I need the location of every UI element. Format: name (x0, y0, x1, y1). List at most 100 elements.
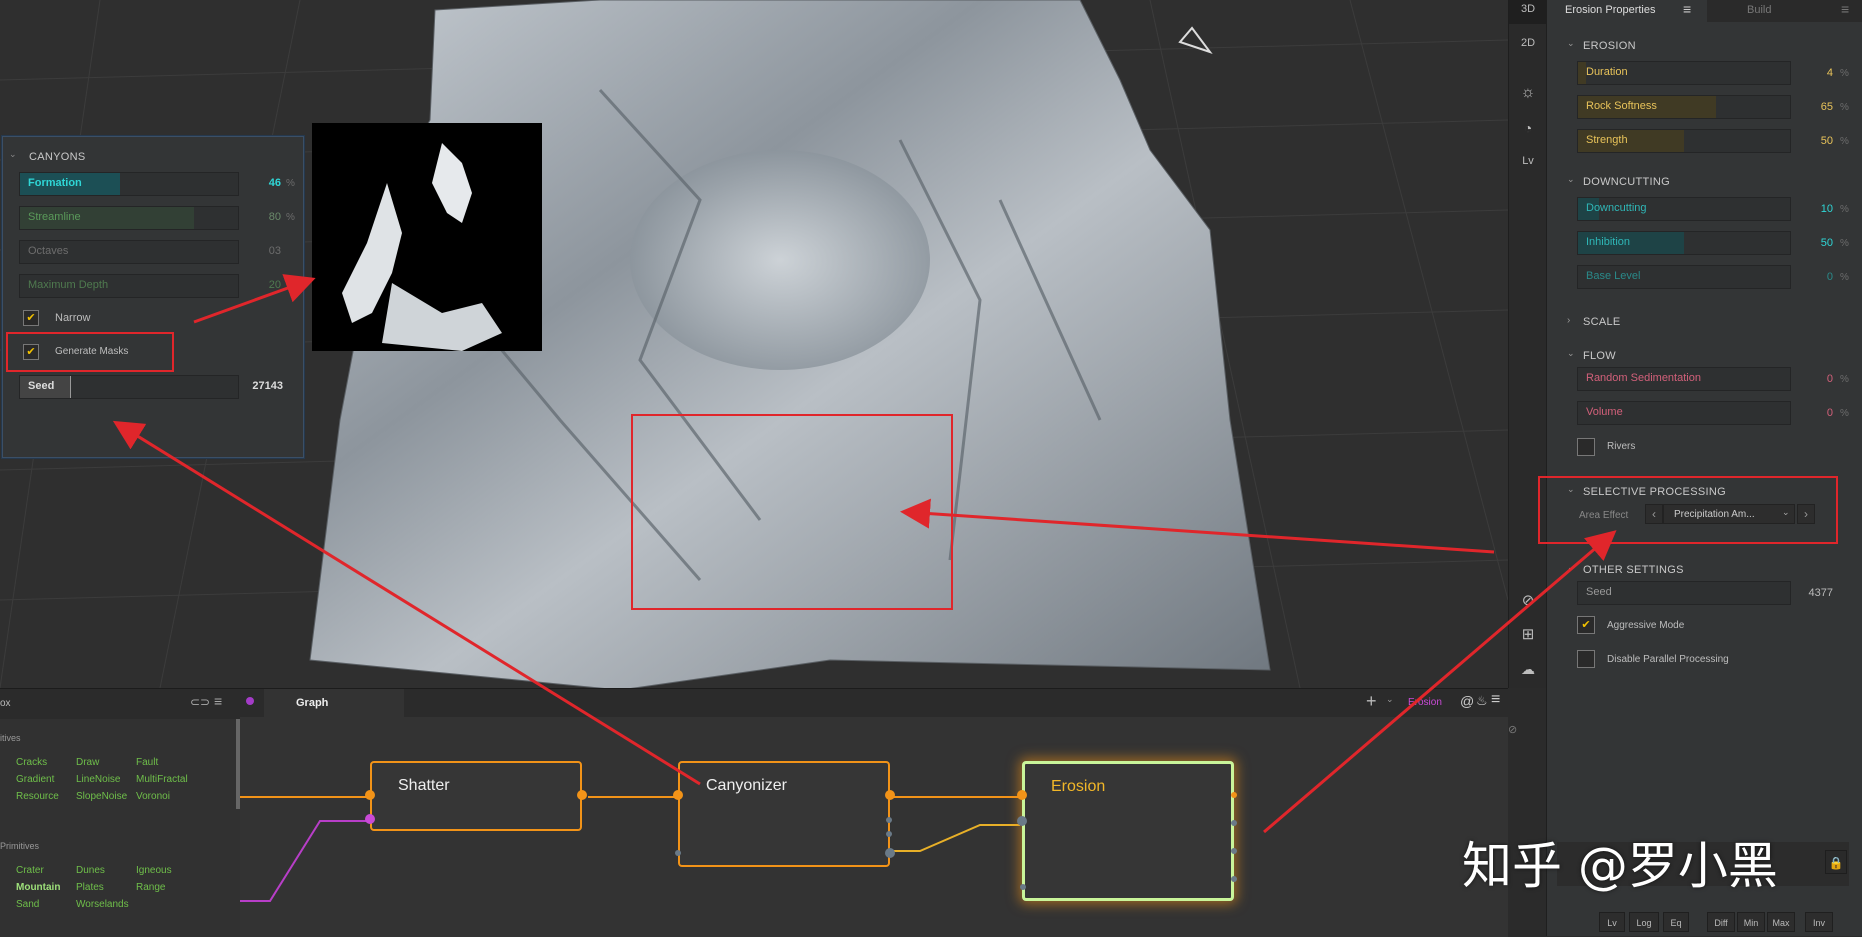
erosion-output-port[interactable] (1231, 792, 1237, 798)
inv-button[interactable]: Inv (1805, 912, 1833, 932)
library-item-draw[interactable]: Draw (76, 757, 99, 768)
hamburger-menu-icon[interactable]: ≡ (214, 693, 222, 709)
shatter-input-port[interactable] (365, 790, 375, 800)
tab-build[interactable]: Build ≡ (1707, 0, 1862, 22)
canyonizer-mask-output-port[interactable] (885, 848, 895, 858)
library-item-range[interactable]: Range (136, 882, 165, 893)
strength-unit: % (1840, 136, 1849, 147)
collapse-chevron-icon[interactable]: ⌄ (9, 149, 17, 160)
seed-slider[interactable]: Seed (19, 375, 239, 399)
gauge-icon[interactable]: ◔ (1509, 113, 1547, 143)
hamburger-menu-icon[interactable]: ≡ (1841, 1, 1849, 17)
view-3d-button[interactable]: 3D (1509, 0, 1547, 24)
random-sedimentation-unit: % (1840, 374, 1849, 385)
disable-icon[interactable]: ⊘ (1508, 723, 1517, 736)
duration-value: 4 (1826, 67, 1833, 79)
shatter-mask-port[interactable] (365, 814, 375, 824)
inhibition-slider[interactable]: Inhibition (1577, 231, 1791, 255)
rock-softness-slider[interactable]: Rock Softness (1577, 95, 1791, 119)
grid-view-icon[interactable]: ⊞ (1509, 620, 1547, 650)
diff-button[interactable]: Diff (1707, 912, 1735, 932)
log-button[interactable]: Log (1629, 912, 1659, 932)
canyonizer-output-port-2[interactable] (886, 817, 892, 823)
node-graph[interactable]: Graph + ⌄ Erosion @ ♨ ≡ ⊘ Shatter Canyon… (240, 688, 1517, 937)
library-item-plates[interactable]: Plates (76, 882, 104, 893)
canyonizer-output-port-3[interactable] (886, 831, 892, 837)
library-item-linenoise[interactable]: LineNoise (76, 774, 120, 785)
library-item-crater[interactable]: Crater (16, 865, 44, 876)
library-item-mountain[interactable]: Mountain (16, 882, 60, 893)
erosion-area-port[interactable] (1017, 816, 1027, 826)
chevron-right-icon[interactable]: › (1567, 315, 1570, 326)
duration-slider[interactable]: Duration (1577, 61, 1791, 85)
canyonizer-mask-port[interactable] (675, 850, 681, 856)
strength-label: Strength (1586, 134, 1628, 146)
erosion-output-port-2[interactable] (1231, 820, 1237, 826)
canyonizer-output-port[interactable] (885, 790, 895, 800)
library-item-multifractal[interactable]: MultiFractal (136, 774, 188, 785)
tab-erosion-properties[interactable]: Erosion Properties ≡ (1547, 0, 1707, 22)
chevron-down-icon[interactable]: ⌄ (1567, 174, 1575, 185)
library-item-resource[interactable]: Resource (16, 791, 59, 802)
erosion-output-port-3[interactable] (1231, 848, 1237, 854)
max-button[interactable]: Max (1767, 912, 1795, 932)
maximum-depth-value: 20 (268, 279, 281, 291)
min-button[interactable]: Min (1737, 912, 1765, 932)
library-item-fault[interactable]: Fault (136, 757, 158, 768)
level-button[interactable]: Lv (1509, 146, 1547, 176)
chevron-down-icon[interactable]: ⌄ (1567, 348, 1575, 359)
streamline-value: 80 (268, 211, 281, 223)
lock-icon[interactable]: 🔒 (1825, 850, 1847, 874)
erosion-input-port[interactable] (1017, 790, 1027, 800)
formation-slider[interactable]: Formation (19, 172, 239, 196)
shatter-node[interactable]: Shatter (365, 761, 587, 831)
view-2d-button[interactable]: 2D (1509, 28, 1547, 58)
compass-icon[interactable]: ⊘ (1509, 586, 1547, 616)
volume-unit: % (1840, 408, 1849, 419)
eq-button[interactable]: Eq (1663, 912, 1689, 932)
base-level-slider[interactable]: Base Level (1577, 265, 1791, 289)
library-item-worselands[interactable]: Worselands (76, 899, 129, 910)
aggressive-mode-checkbox[interactable]: ✔ (1577, 616, 1595, 634)
rivers-checkbox[interactable] (1577, 438, 1595, 456)
chevron-down-icon[interactable]: ⌄ (1567, 562, 1575, 573)
erosion-node[interactable]: Erosion (1017, 761, 1237, 901)
library-item-voronoi[interactable]: Voronoi (136, 791, 170, 802)
disable-parallel-checkbox[interactable] (1577, 650, 1595, 668)
shatter-output-port[interactable] (577, 790, 587, 800)
formation-value: 46 (268, 177, 281, 189)
lv-button[interactable]: Lv (1599, 912, 1625, 932)
volume-label: Volume (1586, 406, 1623, 418)
canyonizer-input-port[interactable] (673, 790, 683, 800)
erosion-mask-port[interactable] (1020, 884, 1026, 890)
scale-section-title[interactable]: SCALE (1583, 316, 1621, 328)
maximum-depth-unit: % (286, 280, 295, 291)
duration-label: Duration (1586, 66, 1628, 78)
other-seed-slider[interactable]: Seed (1577, 581, 1791, 605)
narrow-checkbox[interactable]: ✔ (23, 310, 39, 326)
toggle-icon[interactable]: ⊂⊃ (190, 695, 210, 709)
streamline-slider[interactable]: Streamline (19, 206, 239, 230)
maximum-depth-slider[interactable]: Maximum Depth (19, 274, 239, 298)
library-item-igneous[interactable]: Igneous (136, 865, 172, 876)
sun-icon[interactable]: ☼ (1509, 78, 1547, 108)
library-item-sand[interactable]: Sand (16, 899, 39, 910)
streamline-unit: % (286, 212, 295, 223)
inhibition-value: 50 (1820, 237, 1833, 249)
erosion-output-port-4[interactable] (1231, 876, 1237, 882)
hamburger-menu-icon[interactable]: ≡ (1683, 1, 1691, 17)
library-item-slopenoise[interactable]: SlopeNoise (76, 791, 127, 802)
chevron-down-icon[interactable]: ⌄ (1567, 38, 1575, 49)
downcutting-slider[interactable]: Downcutting (1577, 197, 1791, 221)
library-item-gradient[interactable]: Gradient (16, 774, 54, 785)
volume-slider[interactable]: Volume (1577, 401, 1791, 425)
octaves-slider[interactable]: Octaves (19, 240, 239, 264)
canyonizer-node[interactable]: Canyonizer (673, 761, 895, 867)
random-sedimentation-slider[interactable]: Random Sedimentation (1577, 367, 1791, 391)
duration-slider-fill (1578, 62, 1586, 84)
strength-slider[interactable]: Strength (1577, 129, 1791, 153)
library-item-cracks[interactable]: Cracks (16, 757, 47, 768)
cloud-icon[interactable]: ☁ (1509, 654, 1547, 684)
seed-value: 27143 (252, 380, 283, 392)
library-item-dunes[interactable]: Dunes (76, 865, 105, 876)
